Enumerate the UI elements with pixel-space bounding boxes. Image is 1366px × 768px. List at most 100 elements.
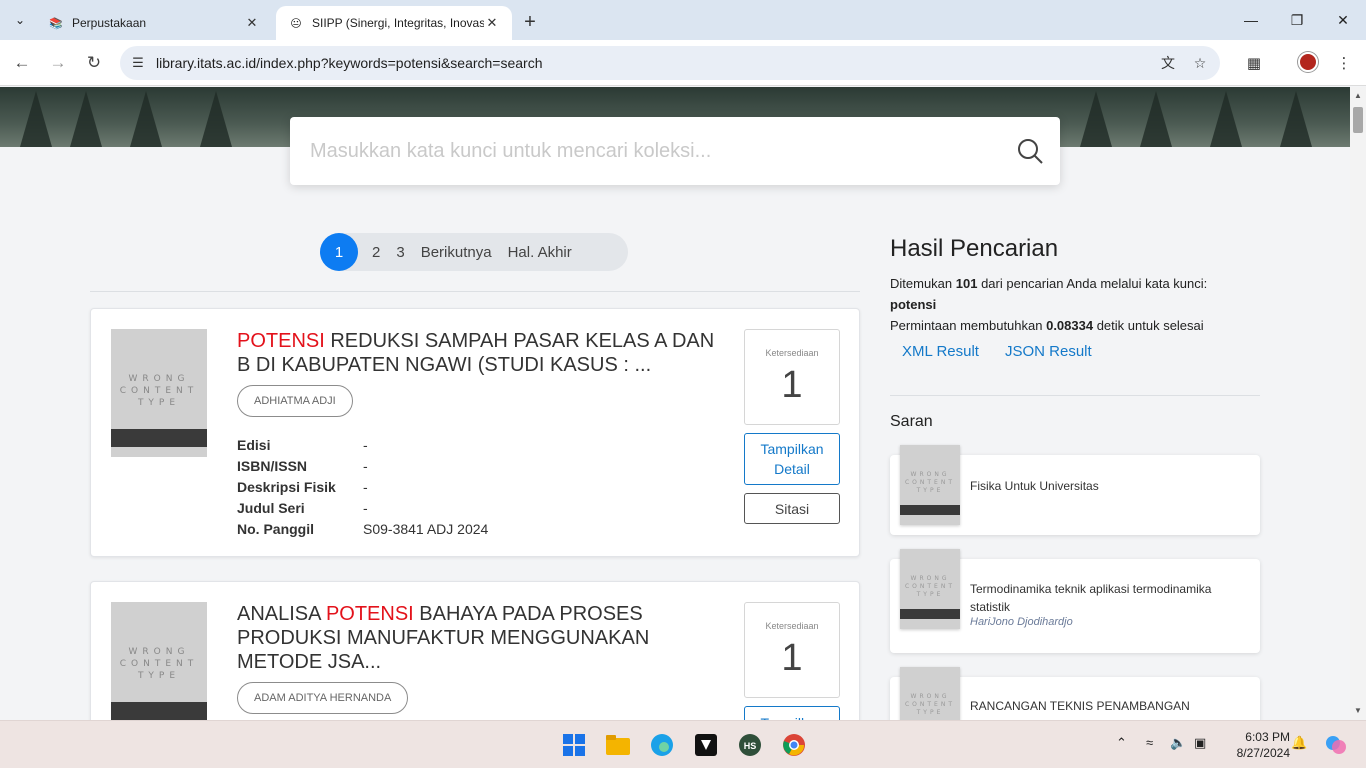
suggestion-title[interactable]: Fisika Untuk Universitas [970,477,1250,495]
site-settings-icon[interactable]: ☰ [120,55,156,71]
copilot-icon[interactable] [1322,731,1350,759]
meta-value: - [363,478,368,495]
summary-text: Ditemukan [890,276,956,291]
start-icon[interactable] [560,731,588,759]
page-scrollbar[interactable]: ▲ ▼ [1350,87,1366,720]
address-bar[interactable]: ☰ library.itats.ac.id/index.php?keywords… [120,46,1220,80]
suggestion-cover: WRONG CONTENT TYPE [900,445,960,525]
availability-count: 1 [781,364,803,406]
extensions-icon[interactable]: ▦ [1242,51,1266,75]
tab-siipp[interactable]: 😐 SIIPP (Sinergi, Integritas, Inovasi ✕ [276,6,512,40]
page-1-link[interactable]: 1 [320,233,358,271]
tab-title: Perpustakaan [72,16,147,30]
suggestion-item[interactable]: WRONG CONTENT TYPE Termodinamika teknik … [890,549,1260,653]
library-favicon-icon: 📚 [49,17,63,30]
book-cover[interactable]: WRONG CONTENT TYPE [111,329,207,457]
volume-icon[interactable]: 🔈 [1170,735,1186,751]
clock-date: 8/27/2024 [1236,746,1290,760]
wifi-icon[interactable]: ≈ [1146,735,1153,750]
cover-placeholder-text: WRONG CONTENT TYPE [119,374,199,408]
author-tag[interactable]: ADAM ADITYA HERNANDA [237,682,409,714]
svg-text:HS: HS [744,741,757,751]
page-3-link[interactable]: 3 [388,244,412,261]
search-summary: Ditemukan 101 dari pencarian Anda melalu… [890,273,1260,336]
bookmark-star-icon[interactable]: ☆ [1188,51,1212,75]
minimize-icon[interactable]: — [1228,8,1274,32]
app-icon[interactable] [692,731,720,759]
close-tab-icon[interactable]: ✕ [484,15,500,31]
next-page-link[interactable]: Berikutnya [413,244,500,261]
suggestions-title: Saran [890,413,933,430]
search-input[interactable] [310,135,990,167]
summary-text: Permintaan membutuhkan [890,318,1047,333]
url-text[interactable]: library.itats.ac.id/index.php?keywords=p… [156,55,543,71]
xml-result-link[interactable]: XML Result [902,343,979,360]
result-card: WRONG CONTENT TYPE POTENSI REDUKSI SAMPA… [90,308,860,557]
cover-placeholder-text: WRONG CONTENT TYPE [119,647,199,681]
page-2-link[interactable]: 2 [364,244,388,261]
notification-bell-icon[interactable]: 🔔 [1291,735,1307,751]
result-title[interactable]: POTENSI REDUKSI SAMPAH PASAR KELAS A DAN… [237,329,717,377]
search-icon[interactable] [1016,137,1044,165]
summary-text: dari pencarian Anda melalui kata kunci: [977,276,1208,291]
scrollbar-thumb[interactable] [1353,107,1363,133]
browser-toolbar: ← → ↻ ☰ library.itats.ac.id/index.php?ke… [0,40,1366,86]
suggestion-title[interactable]: Termodinamika teknik aplikasi termodinam… [970,580,1250,616]
edge-icon[interactable] [648,731,676,759]
suggestion-item[interactable]: WRONG CONTENT TYPE Fisika Untuk Universi… [890,445,1260,535]
suggestion-author: HariJono Djodihardjo [970,616,1073,628]
profile-avatar[interactable] [1298,52,1318,72]
search-keyword: potensi [890,297,937,312]
smiley-favicon-icon: 😐 [290,17,302,30]
author-tag[interactable]: ADHIATMA ADJI [237,385,353,417]
cover-placeholder-text: WRONG CONTENT TYPE [904,693,955,716]
meta-key: Judul Seri [237,499,305,516]
availability-count: 1 [781,637,803,679]
meta-key: Deskripsi Fisik [237,478,336,495]
result-meta: Edisi - ISBN/ISSN - Deskripsi Fisik - Judul… [237,434,488,539]
divider [90,291,860,292]
back-icon[interactable]: ← [10,51,34,75]
availability-label: Ketersediaan [765,348,819,358]
new-tab-icon[interactable]: + [518,10,542,34]
meta-value: - [363,499,368,516]
tab-search-dropdown-icon[interactable]: ⌄ [8,8,32,32]
windows-taskbar: HS ⌃ ≈ 🔈 ▣ 6:03 PM 8/27/2024 🔔 [0,720,1366,768]
forward-icon[interactable]: → [46,51,70,75]
result-title[interactable]: ANALISA POTENSI BAHAYA PADA PROSES PRODU… [237,602,717,674]
file-explorer-icon[interactable] [604,731,632,759]
suggestion-title[interactable]: RANCANGAN TEKNIS PENAMBANGAN [970,697,1250,715]
close-window-icon[interactable]: ✕ [1320,8,1366,32]
tab-perpustakaan[interactable]: 📚 Perpustakaan ✕ [36,6,272,40]
availability-box: Ketersediaan 1 [744,602,840,698]
book-cover[interactable]: WRONG CONTENT TYPE [111,602,207,720]
result-format-links: XML Result JSON Result [902,343,1092,360]
show-detail-button[interactable]: Tampilkan [744,706,840,720]
restore-icon[interactable]: ❐ [1274,8,1320,32]
meta-value: - [363,436,368,453]
translate-icon[interactable]: 文 [1156,51,1180,75]
browser-titlebar: ⌄ 📚 Perpustakaan ✕ 😐 SIIPP (Sinergi, Int… [0,0,1366,40]
close-tab-icon[interactable]: ✕ [244,15,260,31]
title-keyword: POTENSI [325,603,414,625]
chrome-icon[interactable] [780,731,808,759]
battery-icon[interactable]: ▣ [1194,735,1206,751]
menu-icon[interactable]: ⋮ [1332,51,1356,75]
page-content: 1 2 3 Berikutnya Hal. Akhir WRONG CONTEN… [0,87,1350,720]
scroll-down-icon[interactable]: ▼ [1350,706,1366,715]
scroll-up-icon[interactable]: ▲ [1350,91,1366,100]
show-hidden-icons-icon[interactable]: ⌃ [1116,735,1127,751]
system-clock[interactable]: 6:03 PM 8/27/2024 [1222,729,1290,761]
show-detail-button[interactable]: Tampilkan Detail [744,433,840,485]
tab-title: SIIPP (Sinergi, Integritas, Inovasi [312,16,484,30]
hs-app-icon[interactable]: HS [736,731,764,759]
json-result-link[interactable]: JSON Result [1005,343,1092,360]
pagination: 1 2 3 Berikutnya Hal. Akhir [320,233,628,271]
citation-button[interactable]: Sitasi [744,493,840,524]
summary-text: detik untuk selesai [1093,318,1204,333]
suggestion-item[interactable]: WRONG CONTENT TYPE RANCANGAN TEKNIS PENA… [890,667,1260,720]
last-page-link[interactable]: Hal. Akhir [500,244,580,261]
reload-icon[interactable]: ↻ [82,51,106,75]
result-card: WRONG CONTENT TYPE ANALISA POTENSI BAHAY… [90,581,860,720]
query-time: 0.08334 [1046,318,1094,333]
